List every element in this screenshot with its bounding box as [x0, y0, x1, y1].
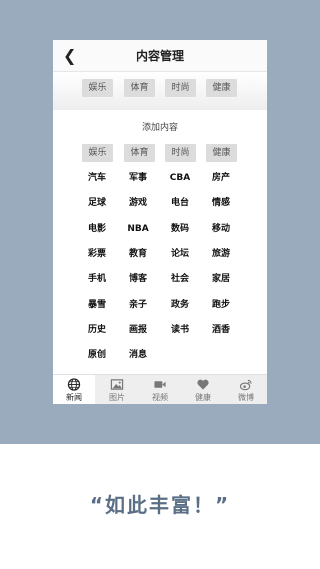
category-item[interactable]: 足球 [79, 195, 115, 211]
category-item[interactable]: 军事 [120, 170, 156, 186]
category-item[interactable]: 手机 [79, 271, 115, 287]
category-item[interactable]: CBA [162, 170, 198, 186]
category-item[interactable]: 画报 [120, 322, 156, 338]
weibo-icon [239, 379, 252, 391]
tab-label: 新闻 [66, 393, 82, 402]
tab-weibo[interactable]: 微博 [225, 375, 267, 404]
tab-label: 健康 [195, 393, 211, 402]
tab-video[interactable]: 视频 [139, 375, 181, 404]
category-item[interactable]: 汽车 [79, 170, 115, 186]
category-item[interactable]: 游戏 [120, 195, 156, 211]
bottom-tab-bar: 新闻 图片 视频 健康 微博 [53, 374, 267, 404]
tab-news[interactable]: 新闻 [53, 375, 95, 404]
category-item[interactable]: 电影 [79, 221, 115, 237]
category-item[interactable]: 原创 [79, 347, 115, 363]
video-camera-icon [154, 381, 166, 388]
phone-screen: 内容管理 ❮ 娱乐 体育 时尚 健康 添加内容 娱乐 体育 时尚 健康 汽车 军… [53, 40, 267, 404]
header-bar: 内容管理 ❮ [53, 40, 267, 72]
category-item[interactable]: 家居 [203, 271, 239, 287]
category-item[interactable]: 历史 [79, 322, 115, 338]
selected-tag[interactable]: 时尚 [165, 79, 196, 97]
category-item[interactable]: 消息 [120, 347, 156, 363]
page-title: 内容管理 [135, 49, 184, 63]
category-item[interactable]: 读书 [162, 322, 198, 338]
selected-tag[interactable]: 健康 [206, 79, 237, 97]
category-item[interactable]: 教育 [120, 246, 156, 262]
category-item[interactable]: 情感 [203, 195, 239, 211]
heart-icon [197, 379, 209, 390]
picture-icon [110, 379, 124, 390]
tab-pictures[interactable]: 图片 [96, 375, 138, 404]
category-item[interactable]: 博客 [120, 271, 156, 287]
selected-tags-area: 娱乐 体育 时尚 健康 [53, 72, 267, 110]
add-header-tag[interactable]: 娱乐 [82, 144, 113, 162]
slogan-text: “如此丰富！” [89, 493, 231, 517]
category-item[interactable]: NBA [120, 221, 156, 237]
selected-tag[interactable]: 娱乐 [82, 79, 113, 97]
category-item[interactable]: 跑步 [203, 297, 239, 313]
category-item[interactable]: 政务 [162, 297, 198, 313]
category-item[interactable]: 酒香 [203, 322, 239, 338]
tab-label: 图片 [109, 393, 125, 402]
category-item[interactable]: 亲子 [120, 297, 156, 313]
add-header-tag[interactable]: 健康 [206, 144, 237, 162]
selected-tag[interactable]: 体育 [124, 79, 155, 97]
category-item[interactable]: 彩票 [79, 246, 115, 262]
add-header-tag[interactable]: 体育 [124, 144, 155, 162]
add-header-tag[interactable]: 时尚 [165, 144, 196, 162]
add-content-label: 添加内容 [141, 123, 178, 133]
tab-label: 视频 [152, 393, 168, 402]
category-item[interactable]: 数码 [162, 221, 198, 237]
category-item[interactable]: 社会 [162, 271, 198, 287]
globe-icon [67, 378, 81, 391]
chevron-left-icon[interactable]: ❮ [63, 46, 79, 66]
category-item[interactable]: 电台 [162, 195, 198, 211]
category-item[interactable]: 移动 [203, 221, 239, 237]
category-item[interactable]: 房产 [203, 170, 239, 186]
tab-label: 微博 [238, 393, 254, 402]
category-item[interactable]: 旅游 [203, 246, 239, 262]
tab-health[interactable]: 健康 [182, 375, 224, 404]
category-item[interactable]: 暴雪 [79, 297, 115, 313]
category-item[interactable]: 论坛 [162, 246, 198, 262]
